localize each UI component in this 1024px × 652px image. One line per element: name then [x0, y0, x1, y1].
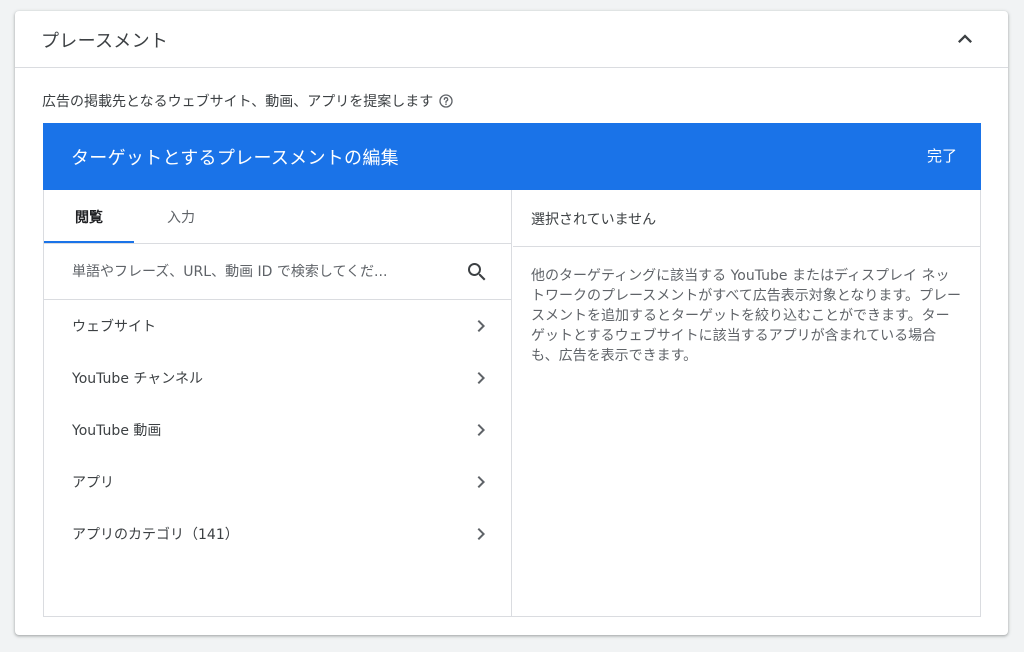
card-title: プレースメント	[41, 31, 169, 52]
chevron-right-icon	[477, 320, 485, 332]
subtitle-text: 広告の掲載先となるウェブサイト、動画、アプリを提案します	[42, 94, 434, 110]
editor-title: ターゲットとするプレースメントの編集	[71, 148, 399, 169]
tab-input[interactable]: 入力	[147, 190, 215, 243]
chevron-right-icon	[477, 528, 485, 540]
card-subtitle: 広告の掲載先となるウェブサイト、動画、アプリを提案します	[42, 91, 454, 111]
nav-item-youtube-channels[interactable]: YouTube チャンネル	[44, 352, 512, 404]
tab-bar: 閲覧 入力	[44, 190, 512, 243]
chevron-right-icon	[477, 372, 485, 384]
search-input[interactable]	[72, 259, 452, 285]
chevron-up-icon	[958, 34, 972, 43]
placement-card: プレースメント 広告の掲載先となるウェブサイト、動画、アプリを提案します ターゲ…	[15, 11, 1008, 635]
editor-header: ターゲットとするプレースメントの編集 完了	[43, 123, 981, 190]
selection-description: 他のターゲティングに該当する YouTube またはディスプレイ ネットワークの…	[531, 268, 961, 364]
nav-item-youtube-videos[interactable]: YouTube 動画	[44, 404, 512, 456]
selection-header: 選択されていません	[513, 190, 981, 247]
nav-item-label: アプリのカテゴリ（141）	[72, 527, 239, 543]
nav-item-websites[interactable]: ウェブサイト	[44, 300, 512, 352]
card-header: プレースメント	[15, 11, 1008, 68]
nav-item-apps[interactable]: アプリ	[44, 456, 512, 508]
collapse-button[interactable]	[951, 25, 979, 53]
search-row	[44, 243, 512, 300]
browse-pane: 閲覧 入力 ウェブサイト YouTube チャンネル	[44, 190, 512, 617]
selection-pane: 選択されていません 他のターゲティングに該当する YouTube またはディスプ…	[513, 190, 981, 617]
done-button[interactable]: 完了	[927, 145, 957, 166]
nav-item-label: YouTube チャンネル	[72, 371, 203, 387]
placement-editor: ターゲットとするプレースメントの編集 完了 閲覧 入力 ウェブサイト	[43, 123, 981, 617]
category-list: ウェブサイト YouTube チャンネル YouTube 動画 アプリ アプリの…	[44, 300, 512, 560]
nav-item-app-categories[interactable]: アプリのカテゴリ（141）	[44, 508, 512, 560]
nav-item-label: YouTube 動画	[72, 423, 162, 439]
selection-header-text: 選択されていません	[531, 212, 657, 228]
chevron-right-icon	[477, 424, 485, 436]
chevron-right-icon	[477, 476, 485, 488]
nav-item-label: ウェブサイト	[72, 319, 156, 335]
help-icon[interactable]	[438, 93, 454, 109]
search-icon[interactable]	[465, 260, 489, 284]
nav-item-label: アプリ	[72, 475, 114, 491]
tab-browse[interactable]: 閲覧	[44, 190, 134, 243]
